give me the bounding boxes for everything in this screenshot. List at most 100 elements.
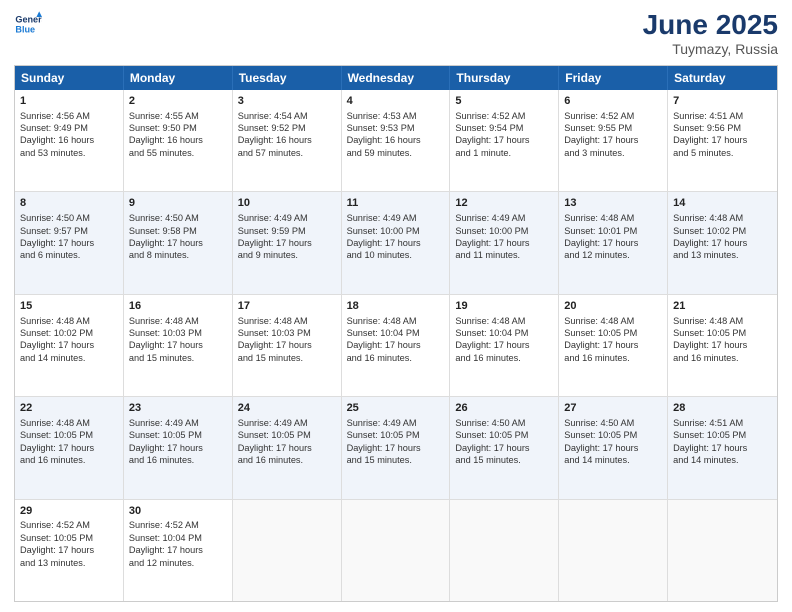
calendar-cell <box>559 500 668 601</box>
calendar-cell: 4Sunrise: 4:53 AM Sunset: 9:53 PM Daylig… <box>342 90 451 191</box>
calendar-cell: 22Sunrise: 4:48 AM Sunset: 10:05 PM Dayl… <box>15 397 124 498</box>
calendar-cell: 11Sunrise: 4:49 AM Sunset: 10:00 PM Dayl… <box>342 192 451 293</box>
cell-info: Sunrise: 4:48 AM Sunset: 10:03 PM Daylig… <box>238 315 336 365</box>
calendar-cell: 2Sunrise: 4:55 AM Sunset: 9:50 PM Daylig… <box>124 90 233 191</box>
cell-info: Sunrise: 4:48 AM Sunset: 10:03 PM Daylig… <box>129 315 227 365</box>
cell-info: Sunrise: 4:56 AM Sunset: 9:49 PM Dayligh… <box>20 110 118 160</box>
day-number: 3 <box>238 94 336 109</box>
day-number: 29 <box>20 504 118 519</box>
cell-info: Sunrise: 4:50 AM Sunset: 10:05 PM Daylig… <box>455 417 553 467</box>
day-number: 15 <box>20 299 118 314</box>
day-number: 11 <box>347 196 445 211</box>
calendar-cell: 16Sunrise: 4:48 AM Sunset: 10:03 PM Dayl… <box>124 295 233 396</box>
header-sunday: Sunday <box>15 66 124 90</box>
day-number: 13 <box>564 196 662 211</box>
day-number: 25 <box>347 401 445 416</box>
cell-info: Sunrise: 4:48 AM Sunset: 10:04 PM Daylig… <box>455 315 553 365</box>
cell-info: Sunrise: 4:50 AM Sunset: 10:05 PM Daylig… <box>564 417 662 467</box>
header-tuesday: Tuesday <box>233 66 342 90</box>
cell-info: Sunrise: 4:55 AM Sunset: 9:50 PM Dayligh… <box>129 110 227 160</box>
cell-info: Sunrise: 4:51 AM Sunset: 10:05 PM Daylig… <box>673 417 772 467</box>
day-number: 30 <box>129 504 227 519</box>
cell-info: Sunrise: 4:52 AM Sunset: 9:55 PM Dayligh… <box>564 110 662 160</box>
calendar-cell: 27Sunrise: 4:50 AM Sunset: 10:05 PM Dayl… <box>559 397 668 498</box>
calendar-cell: 18Sunrise: 4:48 AM Sunset: 10:04 PM Dayl… <box>342 295 451 396</box>
calendar-cell: 8Sunrise: 4:50 AM Sunset: 9:57 PM Daylig… <box>15 192 124 293</box>
day-number: 18 <box>347 299 445 314</box>
calendar-cell: 23Sunrise: 4:49 AM Sunset: 10:05 PM Dayl… <box>124 397 233 498</box>
calendar-cell <box>233 500 342 601</box>
cell-info: Sunrise: 4:48 AM Sunset: 10:05 PM Daylig… <box>564 315 662 365</box>
day-number: 21 <box>673 299 772 314</box>
location-subtitle: Tuymazy, Russia <box>643 41 778 57</box>
day-number: 16 <box>129 299 227 314</box>
day-number: 20 <box>564 299 662 314</box>
calendar-cell: 29Sunrise: 4:52 AM Sunset: 10:05 PM Dayl… <box>15 500 124 601</box>
header-wednesday: Wednesday <box>342 66 451 90</box>
calendar-cell: 14Sunrise: 4:48 AM Sunset: 10:02 PM Dayl… <box>668 192 777 293</box>
calendar-cell: 1Sunrise: 4:56 AM Sunset: 9:49 PM Daylig… <box>15 90 124 191</box>
calendar-cell: 30Sunrise: 4:52 AM Sunset: 10:04 PM Dayl… <box>124 500 233 601</box>
day-number: 27 <box>564 401 662 416</box>
calendar-cell <box>342 500 451 601</box>
header-monday: Monday <box>124 66 233 90</box>
day-number: 1 <box>20 94 118 109</box>
page-header: General Blue June 2025 Tuymazy, Russia <box>14 10 778 57</box>
logo: General Blue <box>14 10 42 38</box>
cell-info: Sunrise: 4:51 AM Sunset: 9:56 PM Dayligh… <box>673 110 772 160</box>
calendar-cell: 19Sunrise: 4:48 AM Sunset: 10:04 PM Dayl… <box>450 295 559 396</box>
day-number: 24 <box>238 401 336 416</box>
header-saturday: Saturday <box>668 66 777 90</box>
calendar-cell: 17Sunrise: 4:48 AM Sunset: 10:03 PM Dayl… <box>233 295 342 396</box>
cell-info: Sunrise: 4:50 AM Sunset: 9:57 PM Dayligh… <box>20 212 118 262</box>
day-number: 8 <box>20 196 118 211</box>
day-number: 9 <box>129 196 227 211</box>
cell-info: Sunrise: 4:53 AM Sunset: 9:53 PM Dayligh… <box>347 110 445 160</box>
day-number: 10 <box>238 196 336 211</box>
day-number: 5 <box>455 94 553 109</box>
calendar-cell: 5Sunrise: 4:52 AM Sunset: 9:54 PM Daylig… <box>450 90 559 191</box>
calendar: Sunday Monday Tuesday Wednesday Thursday… <box>14 65 778 602</box>
cell-info: Sunrise: 4:52 AM Sunset: 10:04 PM Daylig… <box>129 519 227 569</box>
cell-info: Sunrise: 4:48 AM Sunset: 10:02 PM Daylig… <box>673 212 772 262</box>
day-number: 23 <box>129 401 227 416</box>
calendar-row-2: 8Sunrise: 4:50 AM Sunset: 9:57 PM Daylig… <box>15 192 777 294</box>
cell-info: Sunrise: 4:52 AM Sunset: 10:05 PM Daylig… <box>20 519 118 569</box>
day-number: 12 <box>455 196 553 211</box>
calendar-cell: 6Sunrise: 4:52 AM Sunset: 9:55 PM Daylig… <box>559 90 668 191</box>
svg-text:Blue: Blue <box>15 24 35 34</box>
cell-info: Sunrise: 4:49 AM Sunset: 10:05 PM Daylig… <box>238 417 336 467</box>
header-thursday: Thursday <box>450 66 559 90</box>
cell-info: Sunrise: 4:49 AM Sunset: 10:05 PM Daylig… <box>347 417 445 467</box>
cell-info: Sunrise: 4:49 AM Sunset: 10:05 PM Daylig… <box>129 417 227 467</box>
calendar-cell: 24Sunrise: 4:49 AM Sunset: 10:05 PM Dayl… <box>233 397 342 498</box>
cell-info: Sunrise: 4:48 AM Sunset: 10:05 PM Daylig… <box>673 315 772 365</box>
header-friday: Friday <box>559 66 668 90</box>
calendar-cell: 28Sunrise: 4:51 AM Sunset: 10:05 PM Dayl… <box>668 397 777 498</box>
generalblue-logo-icon: General Blue <box>14 10 42 38</box>
day-number: 19 <box>455 299 553 314</box>
day-number: 7 <box>673 94 772 109</box>
calendar-cell: 10Sunrise: 4:49 AM Sunset: 9:59 PM Dayli… <box>233 192 342 293</box>
calendar-row-3: 15Sunrise: 4:48 AM Sunset: 10:02 PM Dayl… <box>15 295 777 397</box>
title-block: June 2025 Tuymazy, Russia <box>643 10 778 57</box>
cell-info: Sunrise: 4:54 AM Sunset: 9:52 PM Dayligh… <box>238 110 336 160</box>
day-number: 22 <box>20 401 118 416</box>
day-number: 6 <box>564 94 662 109</box>
calendar-row-1: 1Sunrise: 4:56 AM Sunset: 9:49 PM Daylig… <box>15 90 777 192</box>
cell-info: Sunrise: 4:48 AM Sunset: 10:01 PM Daylig… <box>564 212 662 262</box>
day-number: 17 <box>238 299 336 314</box>
calendar-header: Sunday Monday Tuesday Wednesday Thursday… <box>15 66 777 90</box>
day-number: 26 <box>455 401 553 416</box>
calendar-cell <box>668 500 777 601</box>
month-year-title: June 2025 <box>643 10 778 41</box>
day-number: 2 <box>129 94 227 109</box>
cell-info: Sunrise: 4:48 AM Sunset: 10:05 PM Daylig… <box>20 417 118 467</box>
calendar-body: 1Sunrise: 4:56 AM Sunset: 9:49 PM Daylig… <box>15 90 777 601</box>
cell-info: Sunrise: 4:49 AM Sunset: 10:00 PM Daylig… <box>455 212 553 262</box>
cell-info: Sunrise: 4:52 AM Sunset: 9:54 PM Dayligh… <box>455 110 553 160</box>
calendar-cell: 12Sunrise: 4:49 AM Sunset: 10:00 PM Dayl… <box>450 192 559 293</box>
calendar-cell: 9Sunrise: 4:50 AM Sunset: 9:58 PM Daylig… <box>124 192 233 293</box>
day-number: 4 <box>347 94 445 109</box>
calendar-cell: 7Sunrise: 4:51 AM Sunset: 9:56 PM Daylig… <box>668 90 777 191</box>
